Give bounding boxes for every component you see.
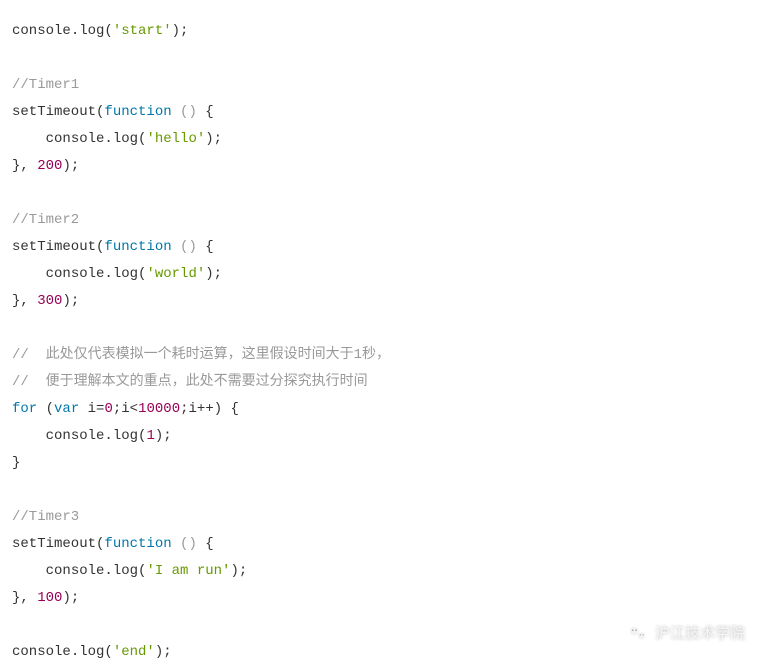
blank-line bbox=[12, 477, 753, 504]
code-line: setTimeout(function () { bbox=[12, 99, 753, 126]
comment-line: //Timer2 bbox=[12, 207, 753, 234]
code-line: console.log(1); bbox=[12, 423, 753, 450]
code-line: console.log('world'); bbox=[12, 261, 753, 288]
code-line: }, 200); bbox=[12, 153, 753, 180]
comment-line: // 便于理解本文的重点，此处不需要过分探究执行时间 bbox=[12, 369, 753, 396]
wechat-icon bbox=[627, 623, 649, 645]
blank-line bbox=[12, 315, 753, 342]
code-line: console.log('I am run'); bbox=[12, 558, 753, 585]
comment-line: // 此处仅代表模拟一个耗时运算，这里假设时间大于1秒， bbox=[12, 342, 753, 369]
code-line: for (var i=0;i<10000;i++) { bbox=[12, 396, 753, 423]
code-line: setTimeout(function () { bbox=[12, 531, 753, 558]
code-line: }, 100); bbox=[12, 585, 753, 612]
code-line: } bbox=[12, 450, 753, 477]
comment-line: //Timer1 bbox=[12, 72, 753, 99]
watermark: 沪江技术学院 bbox=[627, 620, 745, 647]
watermark-text: 沪江技术学院 bbox=[655, 620, 745, 647]
code-line: console.log('hello'); bbox=[12, 126, 753, 153]
blank-line bbox=[12, 180, 753, 207]
code-line: setTimeout(function () { bbox=[12, 234, 753, 261]
comment-line: //Timer3 bbox=[12, 504, 753, 531]
blank-line bbox=[12, 45, 753, 72]
code-block: console.log('start'); //Timer1 setTimeou… bbox=[12, 18, 753, 666]
code-line: }, 300); bbox=[12, 288, 753, 315]
code-line: console.log('start'); bbox=[12, 18, 753, 45]
